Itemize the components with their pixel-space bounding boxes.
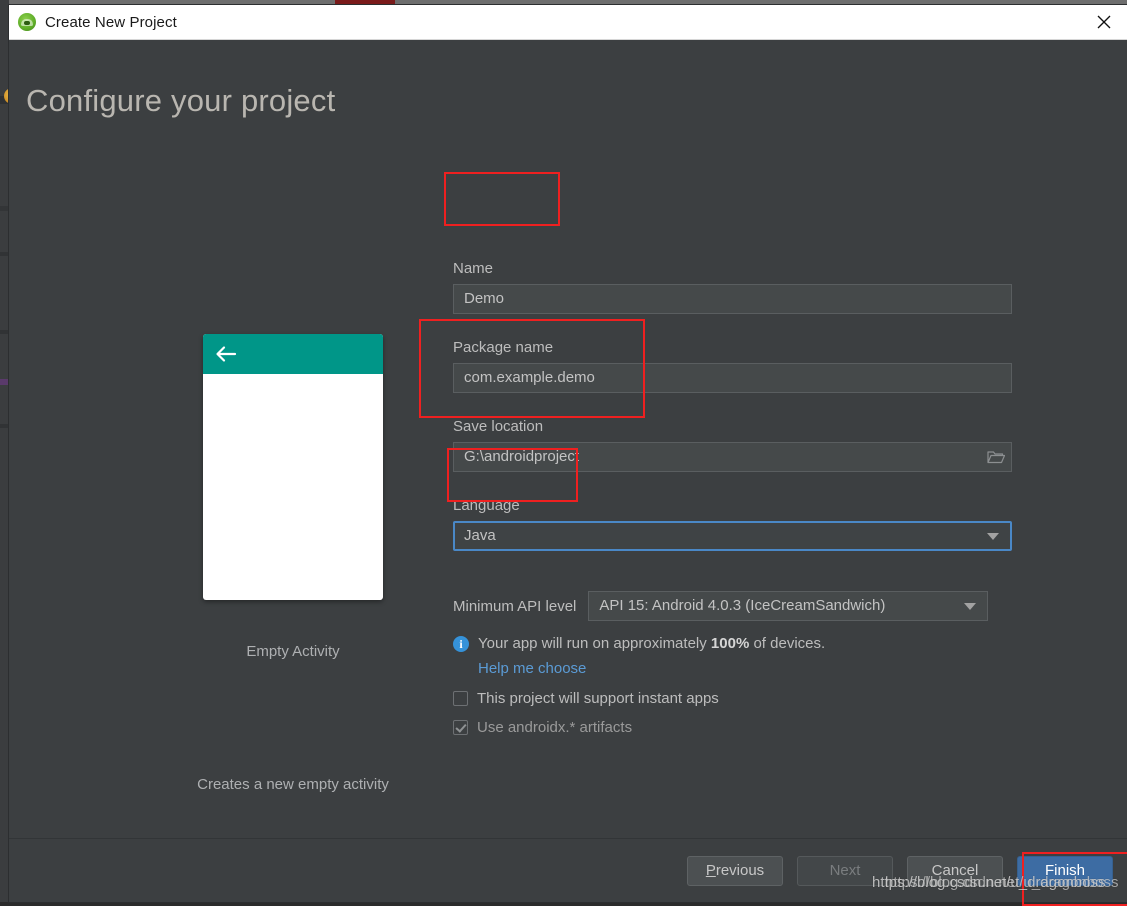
- preview-appbar: [203, 334, 383, 374]
- instant-apps-label: This project will support instant apps: [477, 690, 719, 707]
- androidx-checkbox: [453, 720, 468, 735]
- template-description: Creates a new empty activity: [194, 776, 392, 793]
- finish-button[interactable]: Finish: [1017, 856, 1113, 886]
- androidx-row: Use androidx.* artifacts: [453, 719, 1013, 736]
- package-name-input[interactable]: com.example.demo: [453, 363, 1012, 393]
- create-new-project-dialog: Create New Project Configure your projec…: [9, 5, 1127, 902]
- androidx-label: Use androidx.* artifacts: [477, 719, 632, 736]
- language-label: Language: [453, 497, 1013, 514]
- page-title: Configure your project: [26, 83, 1127, 119]
- activity-preview-card: [203, 334, 383, 600]
- language-select[interactable]: Java: [453, 521, 1012, 551]
- minimum-api-value: API 15: Android 4.0.3 (IceCreamSandwich): [599, 597, 885, 614]
- dialog-footer: Previous Next Cancel Finish: [9, 838, 1127, 902]
- language-value: Java: [464, 527, 496, 544]
- device-coverage-text: Your app will run on approximately 100% …: [478, 635, 825, 652]
- template-preview: Empty Activity Creates a new empty activ…: [194, 334, 392, 793]
- instant-apps-row[interactable]: This project will support instant apps: [453, 690, 1013, 707]
- instant-apps-checkbox[interactable]: [453, 691, 468, 706]
- save-location-row: G:\androidproject: [453, 442, 1013, 472]
- background-top-strip: [0, 0, 1127, 4]
- background-tick: [0, 424, 9, 428]
- coverage-percent: 100%: [711, 635, 749, 652]
- help-me-choose-link[interactable]: Help me choose: [478, 660, 586, 677]
- coverage-text-after: of devices.: [749, 635, 825, 652]
- info-icon: i: [453, 636, 469, 652]
- background-left-column: [0, 0, 9, 902]
- project-form: Name Demo Package name com.example.demo …: [453, 260, 1013, 736]
- device-coverage-info: i Your app will run on approximately 100…: [453, 635, 1013, 652]
- name-label: Name: [453, 260, 1013, 277]
- previous-label-rest: revious: [716, 862, 764, 879]
- window-titlebar: Create New Project: [9, 5, 1127, 40]
- folder-icon[interactable]: [980, 443, 1012, 471]
- minimum-api-select[interactable]: API 15: Android 4.0.3 (IceCreamSandwich): [588, 591, 988, 621]
- dialog-content: Empty Activity Creates a new empty activ…: [9, 119, 1127, 865]
- back-arrow-icon: [215, 345, 237, 363]
- background-tick: [0, 379, 9, 385]
- chevron-down-icon: [987, 533, 999, 540]
- template-name: Empty Activity: [194, 643, 392, 660]
- background-tick: [0, 252, 9, 256]
- previous-button[interactable]: Previous: [687, 856, 783, 886]
- package-name-label: Package name: [453, 339, 1013, 356]
- next-button: Next: [797, 856, 893, 886]
- background-tick: [0, 330, 9, 334]
- chevron-down-icon: [964, 603, 976, 610]
- minimum-api-row: Minimum API level API 15: Android 4.0.3 …: [453, 591, 1013, 621]
- window-title: Create New Project: [45, 14, 177, 31]
- minimum-api-label: Minimum API level: [453, 598, 576, 615]
- coverage-text-before: Your app will run on approximately: [478, 635, 711, 652]
- save-location-input[interactable]: G:\androidproject: [453, 442, 1012, 472]
- name-input[interactable]: Demo: [453, 284, 1012, 314]
- cancel-button[interactable]: Cancel: [907, 856, 1003, 886]
- save-location-label: Save location: [453, 418, 1013, 435]
- previous-mnemonic: P: [706, 862, 716, 879]
- close-icon[interactable]: [1081, 5, 1127, 38]
- android-studio-icon: [18, 13, 36, 31]
- background-tick: [0, 206, 9, 211]
